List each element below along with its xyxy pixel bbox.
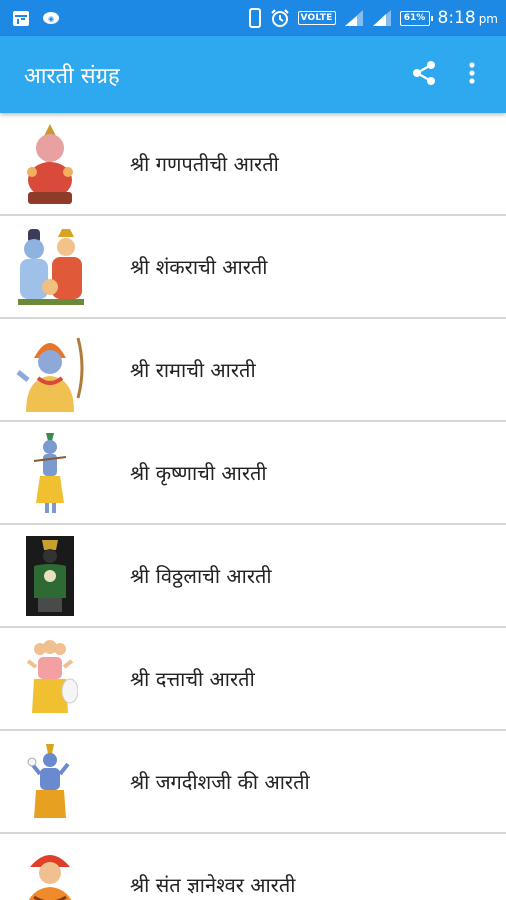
signal-icon-2 [372, 9, 392, 27]
list-item[interactable]: श्री कृष्णाची आरती [0, 422, 506, 525]
svg-text:◉: ◉ [48, 15, 54, 23]
app-bar: आरती संग्रह [0, 36, 506, 113]
battery-icon: 61% [399, 10, 433, 26]
item-label: श्री कृष्णाची आरती [130, 461, 267, 485]
clock: 8:18 pm [438, 8, 499, 28]
jagdish-image [10, 738, 90, 826]
item-label: श्री गणपतीची आरती [130, 152, 279, 176]
item-label: श्री जगदीशजी की आरती [130, 770, 310, 794]
item-label: श्री संत ज्ञानेश्वर आरती [130, 873, 296, 897]
more-vert-icon [468, 61, 476, 89]
notification-icon: ◉ [42, 11, 60, 25]
status-bar: ◉ VOLTE 61% 8:18 pm [0, 0, 506, 36]
ram-image [10, 326, 90, 414]
item-label: श्री रामाची आरती [130, 358, 256, 382]
more-options-button[interactable] [448, 51, 496, 99]
aarti-list: श्री गणपतीची आरती श्री शंकराची आरती श्री… [0, 113, 506, 900]
clock-time: 8:18 [437, 8, 476, 28]
item-label: श्री दत्ताची आरती [130, 667, 255, 691]
share-icon [411, 60, 437, 90]
list-item[interactable]: श्री जगदीशजी की आरती [0, 731, 506, 834]
vitthal-image [10, 532, 90, 620]
datta-image [10, 635, 90, 723]
notification-app-icon [12, 9, 30, 27]
alarm-icon [270, 8, 290, 28]
shankar-image [10, 223, 90, 311]
ganpati-image [10, 120, 90, 208]
list-item[interactable]: श्री गणपतीची आरती [0, 113, 506, 216]
app-title: आरती संग्रह [24, 63, 120, 89]
volte-badge: VOLTE [297, 11, 336, 25]
item-label: श्री शंकराची आरती [130, 255, 268, 279]
item-label: श्री विठ्ठलाची आरती [130, 564, 272, 588]
signal-icon [344, 9, 364, 27]
dnyaneshwar-image [10, 841, 90, 900]
list-item[interactable]: श्री संत ज्ञानेश्वर आरती [0, 834, 506, 900]
list-item[interactable]: श्री दत्ताची आरती [0, 628, 506, 731]
clock-ampm: pm [478, 12, 498, 26]
list-item[interactable]: श्री शंकराची आरती [0, 216, 506, 319]
share-button[interactable] [400, 51, 448, 99]
list-item[interactable]: श्री रामाची आरती [0, 319, 506, 422]
krishna-image [10, 429, 90, 517]
list-item[interactable]: श्री विठ्ठलाची आरती [0, 525, 506, 628]
vibrate-icon [248, 8, 262, 28]
